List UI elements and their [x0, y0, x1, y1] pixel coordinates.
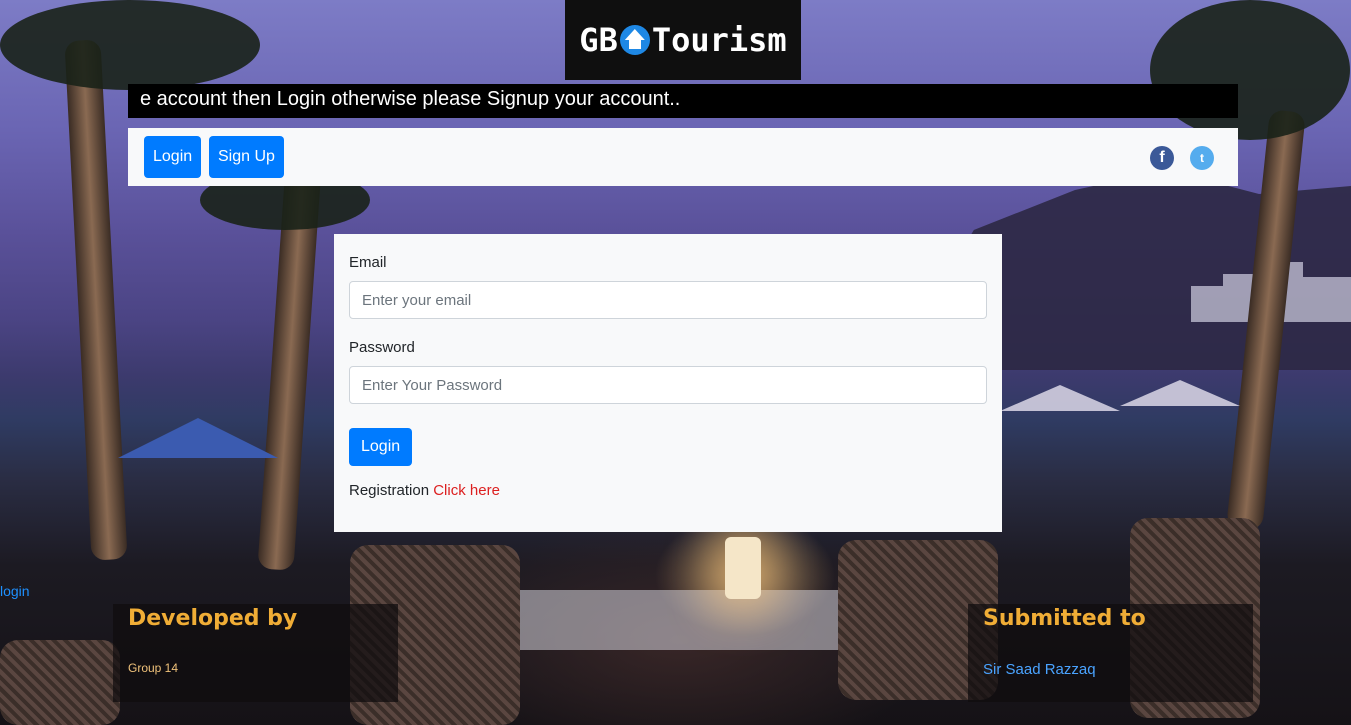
candle-lantern [725, 537, 761, 599]
announcement-marquee: e account then Login otherwise please Si… [128, 84, 1238, 118]
email-group: Email [349, 254, 987, 319]
site-logo[interactable]: GB Tourism [565, 0, 801, 80]
email-label: Email [349, 254, 387, 271]
wicker-chair [0, 640, 120, 725]
developer-group: Group 14 [128, 661, 179, 675]
password-label: Password [349, 339, 415, 356]
registration-text: Registration [349, 482, 430, 499]
password-input[interactable] [349, 366, 987, 404]
twitter-icon[interactable]: t [1190, 146, 1214, 170]
submitted-to-heading: Submitted to [983, 606, 1146, 631]
beach-umbrella [118, 418, 278, 458]
side-login-link[interactable]: login [0, 583, 30, 599]
logo-prefix: GB [579, 21, 618, 59]
developed-by-heading: Developed by [128, 606, 298, 631]
nav-signup-button[interactable]: Sign Up [209, 136, 284, 178]
home-icon [619, 25, 650, 55]
top-navbar: Login Sign Up f t [128, 128, 1238, 186]
registration-link[interactable]: Click here [433, 482, 500, 499]
email-input[interactable] [349, 281, 987, 319]
palm-frond [0, 0, 260, 90]
supervisor-link[interactable]: Sir Saad Razzaq [983, 661, 1096, 678]
login-card: Email Password Login Registration Click … [334, 234, 1002, 532]
password-group: Password [349, 339, 987, 404]
palm-trunk [64, 39, 128, 561]
beach-umbrella [1000, 385, 1120, 411]
logo-text: GB Tourism [579, 21, 786, 59]
logo-suffix: Tourism [651, 21, 787, 59]
facebook-icon[interactable]: f [1150, 146, 1174, 170]
footer-developed-by: Developed by Group 14 [113, 604, 398, 702]
marquee-text: e account then Login otherwise please Si… [140, 88, 681, 110]
palm-frond [1150, 0, 1350, 140]
login-submit-button[interactable]: Login [349, 428, 413, 466]
nav-login-button[interactable]: Login [144, 136, 202, 178]
beach-umbrella [1120, 380, 1240, 406]
footer-submitted-to: Submitted to Sir Saad Razzaq [968, 604, 1253, 702]
registration-line: Registration Click here [349, 482, 987, 499]
